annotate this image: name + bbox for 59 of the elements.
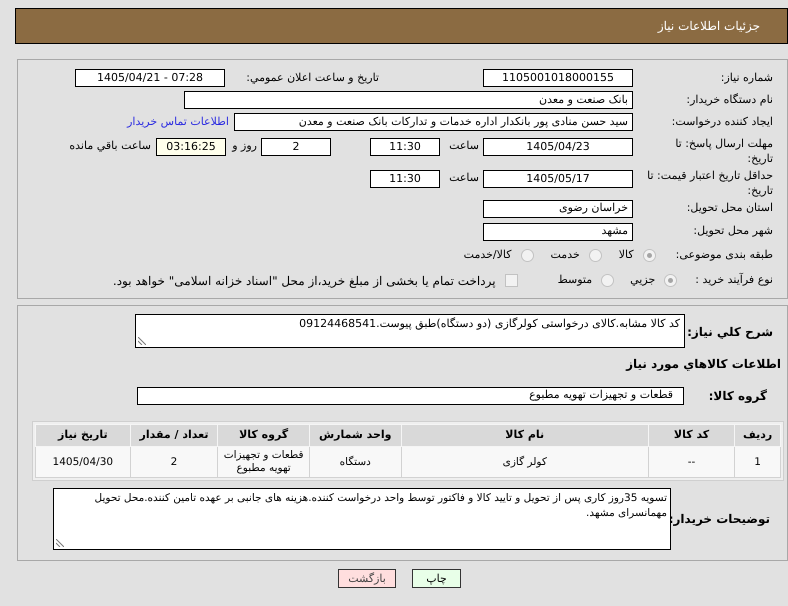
field-label: حداقل تاریخ اعتبار قیمت: تا تاریخ: — [647, 168, 773, 198]
field-label: شهر محل تحویل: — [692, 223, 773, 240]
need-number-field[interactable]: 1105001018000155 — [483, 69, 633, 87]
column-header: تاریخ نیاز — [36, 424, 130, 446]
field-label: استان محل تحویل: — [686, 200, 773, 216]
deadline-date-field[interactable]: 1405/04/23 — [483, 138, 633, 156]
field-label: شرح کلي نياز: — [686, 324, 773, 341]
section-title: اطلاعات کالاهاي مورد نياز — [626, 356, 781, 373]
field-label: ساعت — [448, 170, 479, 186]
column-header: کد کالا — [648, 424, 735, 446]
field-label: ساعت باقي مانده — [69, 138, 151, 154]
table-cell: -- — [648, 446, 735, 478]
announcement-date-field[interactable]: 1405/04/21 - 07:28 — [75, 69, 225, 87]
table-cell: 1405/04/30 — [36, 446, 130, 478]
field-label: گروه کالا: — [708, 388, 768, 404]
field-label: توضیحات خریدار: — [671, 511, 771, 528]
field-label: شماره نیاز: — [720, 70, 773, 86]
field-label: طبقه بندی موضوعی: — [676, 247, 773, 264]
table-cell: قطعات و تجهیزات تهویه مطبوع — [218, 446, 310, 478]
validity-time-field[interactable]: 11:30 — [370, 170, 440, 188]
buyer-organization-field[interactable]: بانک صنعت و معدن — [184, 91, 633, 109]
column-header: واحد شمارش — [309, 424, 402, 446]
field-label: مهلت ارسال پاسخ: تا تاریخ: — [674, 136, 773, 166]
page-title: جزئیات اطلاعات نیاز — [658, 18, 760, 35]
field-label: روز و — [230, 138, 257, 154]
resize-handle-icon[interactable] — [138, 337, 146, 345]
deadline-time-field[interactable]: 11:30 — [370, 138, 440, 156]
field-label: نام دستگاه خریدار: — [685, 92, 773, 108]
validity-date-field[interactable]: 1405/05/17 — [483, 170, 633, 188]
field-label: تاریخ و ساعت اعلان عمومي: — [245, 70, 379, 86]
print-button[interactable]: چاپ — [412, 569, 461, 588]
radio-label: کالا — [618, 247, 634, 264]
back-button[interactable]: بازگشت — [338, 569, 396, 588]
requester-field[interactable]: سید حسن منادی پور بانکدار اداره خدمات و تدارکات بانک صنعت و معدن — [234, 113, 633, 131]
buyer-contact-link[interactable]: اطلاعات تماس خریدار — [127, 114, 229, 130]
column-header: تعداد / مقدار — [130, 424, 218, 446]
goods-group-field[interactable]: قطعات و تجهیزات تهویه مطبوع — [137, 386, 684, 404]
column-header: نام کالا — [401, 424, 648, 446]
table-cell: کولر گازی — [401, 446, 648, 478]
table-cell: 2 — [130, 446, 218, 478]
radio-label: خدمت — [550, 247, 580, 264]
table-cell: دستگاه — [309, 446, 402, 478]
field-label: ساعت — [448, 138, 479, 154]
remaining-time-field[interactable]: 03:16:25 — [156, 138, 226, 156]
days-field[interactable]: 2 — [261, 138, 331, 156]
radio-label: متوسط — [558, 272, 592, 288]
radio-label: کالا/خدمت — [464, 247, 512, 264]
table-cell: 1 — [734, 446, 780, 478]
field-label: نوع فرآیند خرید : — [695, 272, 773, 288]
resize-handle-icon[interactable] — [56, 539, 64, 547]
column-header: گروه کالا — [218, 424, 310, 446]
province-field[interactable]: خراسان رضوی — [483, 200, 633, 218]
description-field[interactable]: کد کالا مشابه.کالای درخواستی کولرگازی (دو دستگاه)طبق پیوست.09124468541 — [135, 314, 685, 348]
checkbox-label: پرداخت تمام یا بخشی از مبلغ خرید،از محل "اسناد خزانه اسلامی" خواهد بود. — [112, 272, 496, 290]
field-label: ایجاد کننده درخواست: — [670, 114, 773, 130]
buyer-notes-field[interactable]: تسویه 35روز کاری پس از تحویل و تایید کالا و فاکتور توسط واحد درخواست کننده.هزینه های جانبی بر عهده تامین کننده.محل تحویل مهمانسرای مشهد. — [53, 488, 671, 550]
column-header: ردیف — [734, 424, 780, 446]
radio-label: جزيي — [630, 272, 656, 288]
city-field[interactable]: مشهد — [483, 222, 633, 240]
